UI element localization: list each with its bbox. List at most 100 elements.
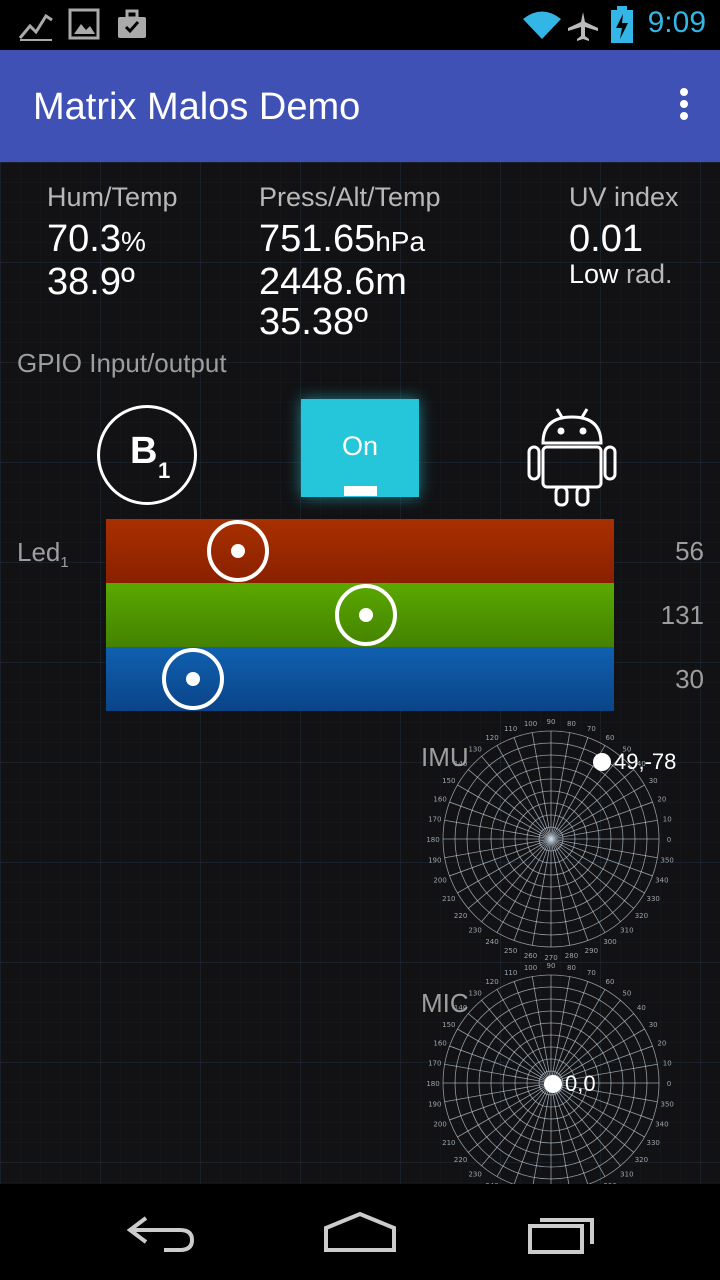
polar-angle-label: 50 [622, 990, 631, 998]
polar-angle-label: 130 [468, 990, 481, 998]
gpio-output-toggle[interactable]: On [301, 399, 419, 497]
polar-angle-label: 190 [428, 1100, 441, 1108]
toggle-indicator [344, 486, 377, 496]
polar-angle-label: 180 [426, 1080, 439, 1088]
uv-value: 0.01 [569, 218, 643, 260]
uv-panel: UV index 0.01 Low rad. [569, 182, 679, 290]
press-alt-temp-label: Press/Alt/Temp [259, 182, 441, 212]
led-red-knob[interactable] [207, 520, 269, 582]
polar-angle-label: 140 [454, 1004, 467, 1012]
gpio-title: GPIO Input/output [17, 348, 227, 378]
navigation-bar [0, 1184, 720, 1280]
press-alt-temp-panel: Press/Alt/Temp 751.65hPa 2448.6m 35.38º [259, 182, 441, 342]
uv-label: UV index [569, 182, 679, 212]
image-icon [68, 8, 100, 40]
back-icon[interactable] [124, 1208, 196, 1256]
polar-angle-label: 230 [468, 926, 481, 934]
polar-angle-label: 120 [485, 734, 498, 742]
home-icon[interactable] [322, 1208, 398, 1256]
polar-angle-label: 110 [504, 969, 517, 977]
polar-angle-label: 320 [635, 1156, 648, 1164]
polar-angle-label: 130 [468, 746, 481, 754]
polar-angle-label: 330 [647, 895, 660, 903]
battery-charging-icon [611, 6, 633, 43]
main-content: Hum/Temp 70.3% 38.9º Press/Alt/Temp 751.… [0, 162, 720, 1184]
polar-angle-label: 80 [567, 720, 576, 728]
polar-angle-label: 250 [504, 947, 517, 955]
polar-angle-label: 340 [655, 876, 668, 884]
polar-angle-label: 30 [649, 1021, 658, 1029]
polar-angle-label: 60 [606, 978, 615, 986]
hum-temp-label: Hum/Temp [47, 182, 178, 212]
android-icon [527, 408, 617, 507]
polar-angle-label: 210 [442, 895, 455, 903]
press-temperature-value: 35.38º [259, 301, 368, 343]
polar-angle-label: 70 [587, 969, 596, 977]
led-red-slider[interactable] [106, 519, 614, 583]
polar-angle-label: 220 [454, 912, 467, 920]
briefcase-icon [118, 9, 146, 38]
pressure-value: 751.65hPa [259, 218, 426, 260]
wifi-icon [523, 11, 561, 39]
imu-point [593, 753, 611, 771]
polar-angle-label: 240 [485, 938, 498, 946]
polar-angle-label: 310 [620, 926, 633, 934]
led-label: Led1 [17, 537, 69, 572]
polar-angle-label: 80 [567, 964, 576, 972]
polar-angle-label: 200 [433, 876, 446, 884]
polar-angle-label: 210 [442, 1139, 455, 1147]
polar-angle-label: 160 [433, 796, 446, 804]
airplane-icon [568, 12, 598, 41]
polar-angle-label: 150 [442, 777, 455, 785]
hum-temp-panel: Hum/Temp 70.3% 38.9º [47, 182, 178, 302]
polar-angle-label: 0 [667, 836, 671, 844]
polar-angle-label: 110 [504, 725, 517, 733]
polar-angle-label: 100 [524, 720, 537, 728]
polar-angle-label: 160 [433, 1040, 446, 1048]
app-bar: Matrix Malos Demo [0, 50, 720, 162]
polar-angle-label: 320 [635, 912, 648, 920]
led-green-value: 131 [660, 600, 704, 630]
humidity-value: 70.3% [47, 218, 146, 260]
polar-angle-label: 60 [606, 734, 615, 742]
polar-angle-label: 120 [485, 978, 498, 986]
polar-angle-label: 350 [661, 856, 674, 864]
led-green-slider[interactable] [106, 583, 614, 647]
toggle-label: On [341, 431, 379, 461]
polar-angle-label: 180 [426, 836, 439, 844]
status-clock: 9:09 [647, 6, 706, 39]
polar-angle-label: 0 [667, 1080, 671, 1088]
led-blue-slider[interactable] [106, 647, 614, 711]
polar-angle-label: 340 [655, 1120, 668, 1128]
led-red-value: 56 [675, 536, 704, 566]
chart-icon [18, 13, 53, 41]
led-blue-knob[interactable] [162, 648, 224, 710]
polar-angle-label: 10 [663, 816, 672, 824]
polar-angle-label: 170 [428, 816, 441, 824]
imu-point-label: 49,-78 [614, 749, 677, 774]
polar-angle-label: 330 [647, 1139, 660, 1147]
polar-angle-label: 290 [585, 947, 598, 955]
uv-level: Low rad. [569, 259, 673, 289]
polar-angle-label: 90 [547, 718, 556, 726]
polar-angle-label: 20 [657, 796, 666, 804]
led-blue-value: 30 [675, 664, 704, 694]
hum-temperature-value: 38.9º [47, 261, 135, 303]
polar-angle-label: 350 [661, 1100, 674, 1108]
polar-angle-label: 300 [603, 938, 616, 946]
polar-angle-label: 170 [428, 1060, 441, 1068]
polar-angle-label: 40 [637, 1004, 646, 1012]
status-bar: 9:09 [0, 0, 720, 50]
recents-icon[interactable] [526, 1208, 598, 1256]
polar-angle-label: 90 [547, 962, 556, 970]
polar-angle-label: 190 [428, 856, 441, 864]
led-green-knob[interactable] [335, 584, 397, 646]
gpio-input-button-b1[interactable]: B 1 [97, 405, 197, 505]
mic-polar-chart: 0 10 20 30 40 50 60 70 80 90 100 110 120 130140 150 160… [426, 962, 674, 1184]
mic-point [544, 1075, 562, 1093]
more-vert-icon[interactable] [678, 88, 690, 124]
polar-angle-label: 230 [468, 1170, 481, 1178]
polar-angle-label: 70 [587, 725, 596, 733]
polar-angle-label: 200 [433, 1120, 446, 1128]
polar-angle-label: 20 [657, 1040, 666, 1048]
